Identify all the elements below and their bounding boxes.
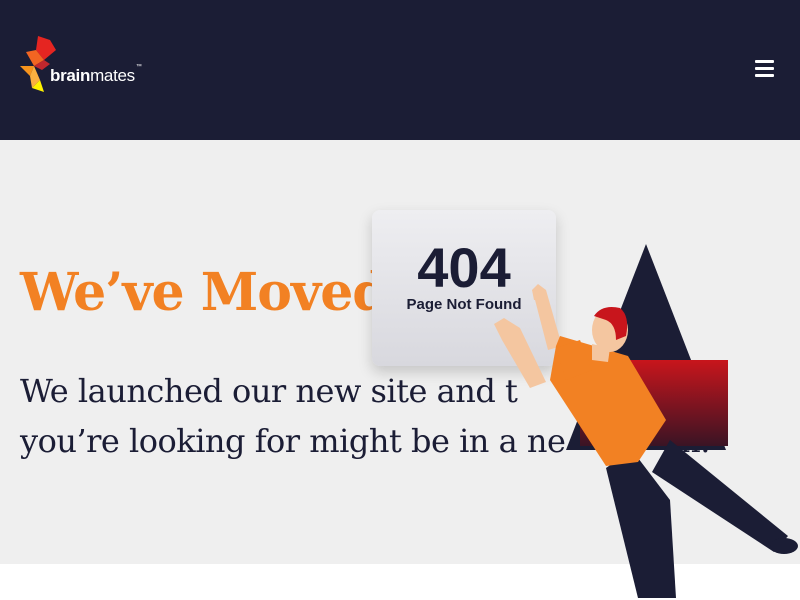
moving-person-illustration: 404 Page Not Found [370, 200, 800, 600]
hamburger-menu-icon[interactable] [752, 56, 778, 82]
site-header: brainmates™ [0, 0, 800, 140]
person-hand-right [532, 284, 546, 300]
illustration-person [494, 284, 666, 466]
page-title: We’ve Moved [20, 262, 389, 323]
person-hand-left [494, 318, 520, 342]
logo-wordmark: brainmates™ [50, 64, 142, 85]
brainmates-logo[interactable]: brainmates™ [20, 36, 160, 96]
